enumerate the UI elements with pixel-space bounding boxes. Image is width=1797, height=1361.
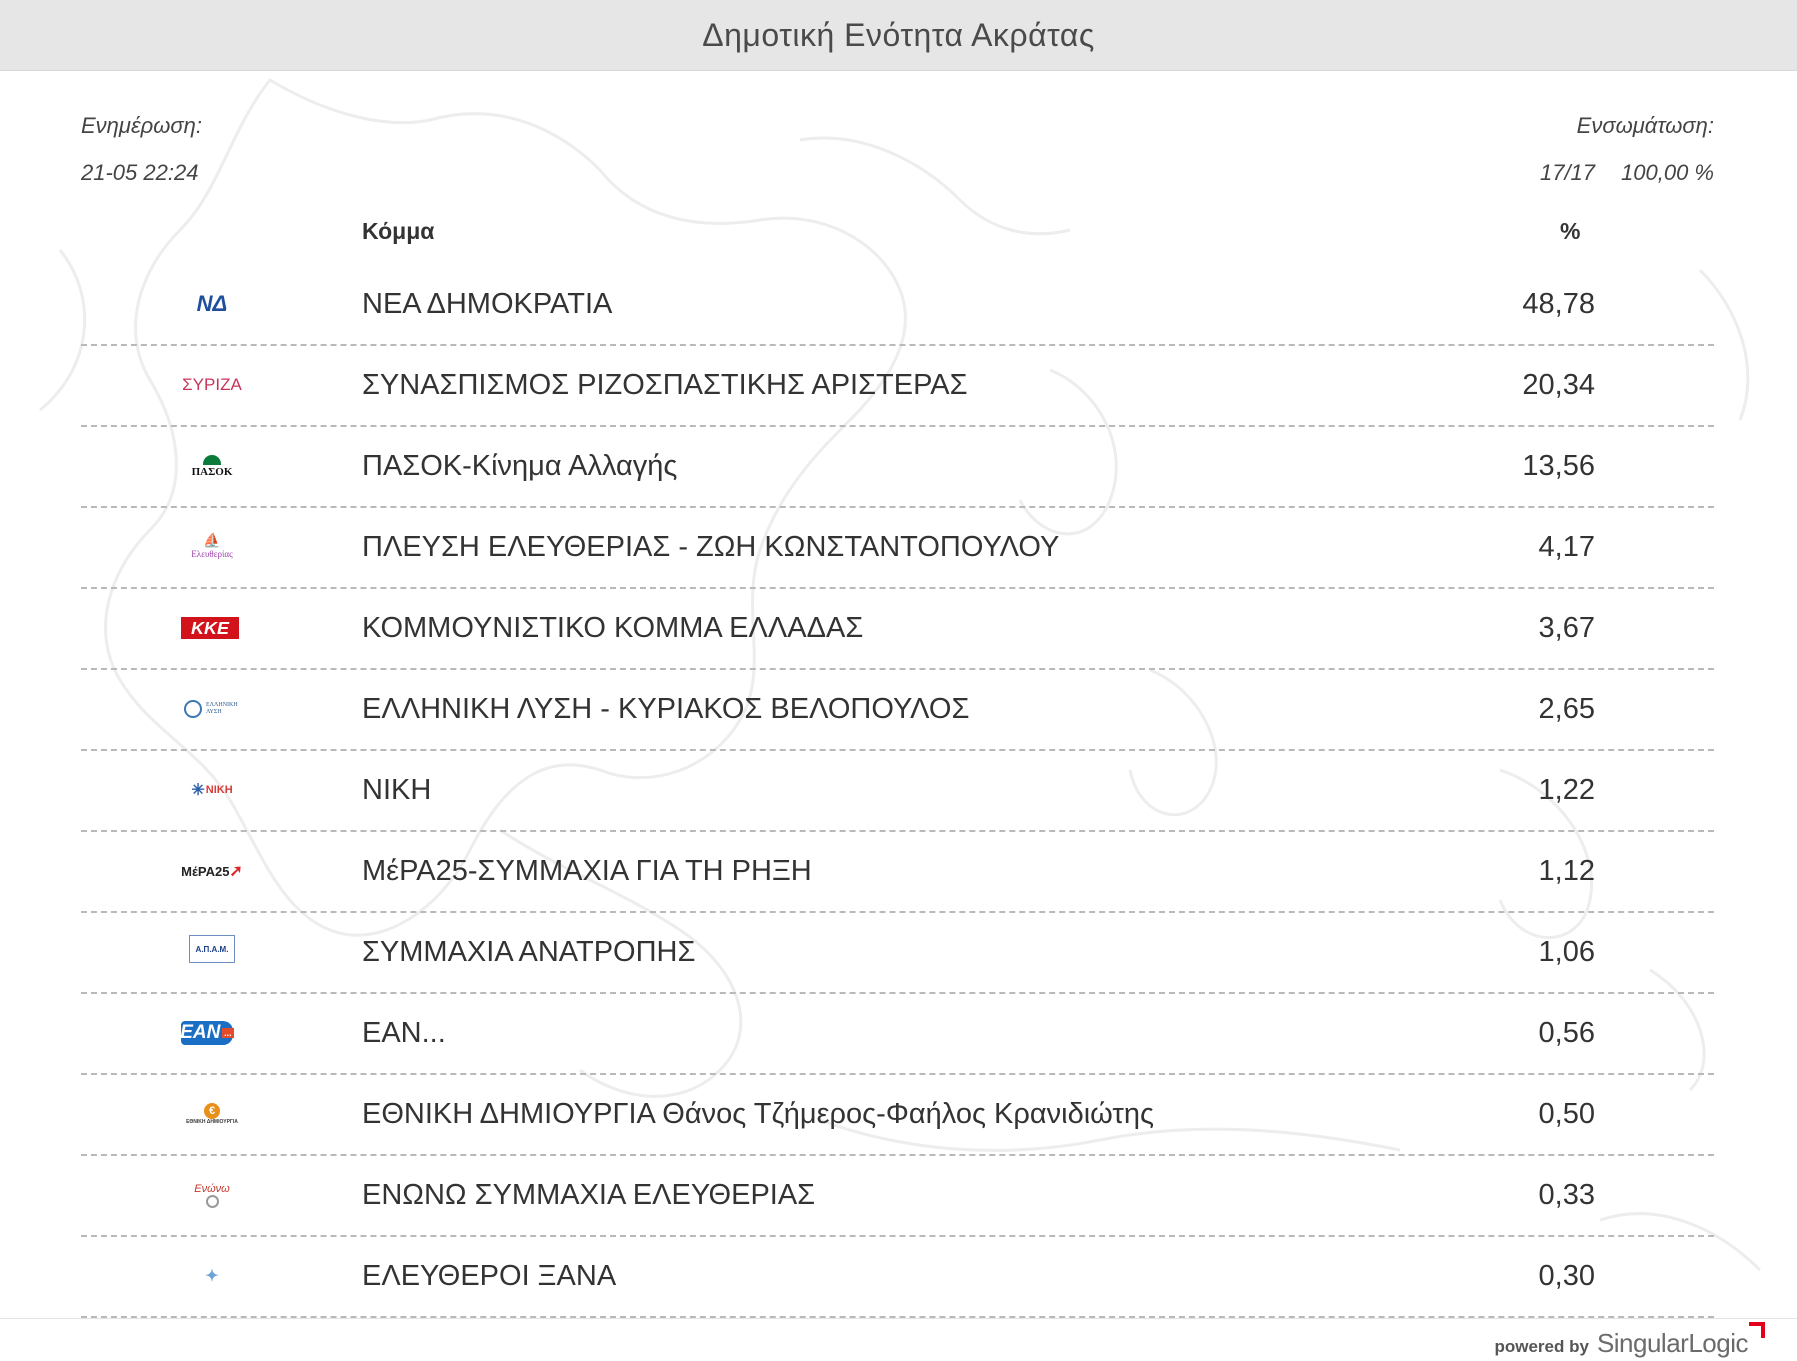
party-name: ΝΙΚΗ — [362, 774, 432, 806]
table-row: ΣΥΡΙΖΑ ΣΥΝΑΣΠΙΣΜΟΣ ΡΙΖΟΣΠΑΣΤΙΚΗΣ ΑΡΙΣΤΕΡ… — [81, 346, 1714, 427]
kke-logo-icon: ΚΚΕ — [181, 617, 239, 639]
party-name: ΚΟΜΜΟΥΝΙΣΤΙΚΟ ΚΟΜΜΑ ΕΛΛΑΔΑΣ — [362, 612, 864, 644]
niki-logo-icon: ✳ ΝΙΚΗ — [191, 782, 233, 799]
party-percent: 13,56 — [1522, 450, 1595, 482]
table-row: ⛵ Ελευθερίας ΠΛΕΥΣΗ ΕΛΕΥΘΕΡΙΑΣ - ΖΩΗ ΚΩΝΣ… — [81, 508, 1714, 589]
update-timestamp: 21-05 22:24 — [81, 160, 199, 185]
ean-logo-icon: ΕΑΝ... — [180, 1021, 234, 1045]
party-name: ΕΛΕΥΘΕΡΟΙ ΞΑΝΑ — [362, 1260, 617, 1292]
party-percent: 0,33 — [1538, 1179, 1595, 1211]
eleftheroi-xana-logo-icon: ✦ — [205, 1268, 219, 1285]
party-name: ΝΕΑ ΔΗΜΟΚΡΑΤΙΑ — [362, 288, 613, 320]
pasok-logo-icon: ΠΑΣΟΚ — [181, 449, 243, 483]
mera25-logo-icon: ΜέΡΑ25 ➚ — [181, 863, 243, 880]
party-name: ΕΛΛΗΝΙΚΗ ΛΥΣΗ - ΚΥΡΙΑΚΟΣ ΒΕΛΟΠΟΥΛΟΣ — [362, 693, 970, 725]
table-row: Α.Π.Α.Μ. ΣΥΜΜΑΧΙΑ ΑΝΑΤΡΟΠΗΣ 1,06 — [81, 913, 1714, 994]
enono-logo-icon: Ενώνω — [181, 1178, 243, 1212]
results-table: ΝΔ ΝΕΑ ΔΗΜΟΚΡΑΤΙΑ 48,78 ΣΥΡΙΖΑ ΣΥΝΑΣΠΙΣΜ… — [81, 265, 1714, 1318]
table-row: ΠΑΣΟΚ ΠΑΣΟΚ-Κίνημα Αλλαγής 13,56 — [81, 427, 1714, 508]
table-row: ✦ ΕΛΕΥΘΕΡΟΙ ΞΑΝΑ 0,30 — [81, 1237, 1714, 1318]
page-header: Δημοτική Ενότητα Ακράτας — [0, 0, 1797, 71]
party-percent: 0,30 — [1538, 1260, 1595, 1292]
party-name: ΕΑΝ... — [362, 1017, 446, 1049]
brand-corner-icon — [1749, 1322, 1765, 1338]
table-row: ΕΛΛΗΝΙΚΗ ΛΥΣΗ ΕΛΛΗΝΙΚΗ ΛΥΣΗ - ΚΥΡΙΑΚΟΣ Β… — [81, 670, 1714, 751]
party-percent: 3,67 — [1538, 612, 1595, 644]
party-percent: 20,34 — [1522, 369, 1595, 401]
party-percent: 1,12 — [1538, 855, 1595, 887]
incorporation-percent: 100,00 % — [1621, 160, 1714, 185]
column-header-party: Κόμμα — [362, 218, 435, 244]
table-row: € ΕΘΝΙΚΗ ΔΗΜΙΟΥΡΓΙΑ ΕΘΝΙΚΗ ΔΗΜΙΟΥΡΓΙΑ Θάν… — [81, 1075, 1714, 1156]
incorporation-label: Ενσωμάτωση: — [1576, 113, 1714, 138]
table-row: ΝΔ ΝΕΑ ΔΗΜΟΚΡΑΤΙΑ 48,78 — [81, 265, 1714, 346]
table-row: ✳ ΝΙΚΗ ΝΙΚΗ 1,22 — [81, 751, 1714, 832]
table-row: ΜέΡΑ25 ➚ ΜέΡΑ25-ΣΥΜΜΑΧΙΑ ΓΙΑ ΤΗ ΡΗΞΗ 1,12 — [81, 832, 1714, 913]
page-title: Δημοτική Ενότητα Ακράτας — [702, 16, 1095, 53]
elliniki-lysi-logo-icon: ΕΛΛΗΝΙΚΗ ΛΥΣΗ — [181, 692, 243, 726]
party-name: ΣΥΝΑΣΠΙΣΜΟΣ ΡΙΖΟΣΠΑΣΤΙΚΗΣ ΑΡΙΣΤΕΡΑΣ — [362, 369, 968, 401]
party-percent: 1,06 — [1538, 936, 1595, 968]
footer-branding[interactable]: powered by SingularLogic — [1494, 1322, 1765, 1359]
party-percent: 0,56 — [1538, 1017, 1595, 1049]
party-name: ΜέΡΑ25-ΣΥΜΜΑΧΙΑ ΓΙΑ ΤΗ ΡΗΞΗ — [362, 855, 812, 887]
ethniki-dimiourgia-logo-icon: € ΕΘΝΙΚΗ ΔΗΜΙΟΥΡΓΙΑ — [186, 1103, 238, 1125]
nea-dimokratia-logo-icon: ΝΔ — [196, 291, 228, 316]
party-percent: 2,65 — [1538, 693, 1595, 725]
party-percent: 0,50 — [1538, 1098, 1595, 1130]
party-percent: 48,78 — [1522, 288, 1595, 320]
party-name: ΣΥΜΜΑΧΙΑ ΑΝΑΤΡΟΠΗΣ — [362, 936, 696, 968]
syriza-logo-icon: ΣΥΡΙΖΑ — [182, 375, 242, 394]
party-name: ΕΝΩΝΩ ΣΥΜΜΑΧΙΑ ΕΛΕΥΘΕΡΙΑΣ — [362, 1179, 816, 1211]
party-percent: 4,17 — [1538, 531, 1595, 563]
plefsi-eleftherias-logo-icon: ⛵ Ελευθερίας — [191, 534, 233, 560]
footer-divider — [0, 1318, 1797, 1319]
party-name: ΕΘΝΙΚΗ ΔΗΜΙΟΥΡΓΙΑ Θάνος Τζήμερος-Φαήλος … — [362, 1098, 1154, 1130]
party-name: ΠΑΣΟΚ-Κίνημα Αλλαγής — [362, 450, 678, 482]
table-row: Ενώνω ΕΝΩΝΩ ΣΥΜΜΑΧΙΑ ΕΛΕΥΘΕΡΙΑΣ 0,33 — [81, 1156, 1714, 1237]
singularlogic-logo[interactable]: SingularLogic — [1597, 1322, 1765, 1359]
table-row: ΕΑΝ... ΕΑΝ... 0,56 — [81, 994, 1714, 1075]
symmaxia-anatropis-logo-icon: Α.Π.Α.Μ. — [189, 935, 235, 963]
party-percent: 1,22 — [1538, 774, 1595, 806]
column-header-percent: % — [1560, 218, 1581, 244]
incorporation-count: 17/17 — [1539, 160, 1596, 185]
update-label: Ενημέρωση: — [81, 113, 202, 138]
table-row: ΚΚΕ ΚΟΜΜΟΥΝΙΣΤΙΚΟ ΚΟΜΜΑ ΕΛΛΑΔΑΣ 3,67 — [81, 589, 1714, 670]
party-name: ΠΛΕΥΣΗ ΕΛΕΥΘΕΡΙΑΣ - ΖΩΗ ΚΩΝΣΤΑΝΤΟΠΟΥΛΟΥ — [362, 531, 1060, 563]
incorporation-value: 17/17 100,00 % — [1540, 160, 1714, 186]
powered-by-label: powered by — [1494, 1337, 1589, 1356]
